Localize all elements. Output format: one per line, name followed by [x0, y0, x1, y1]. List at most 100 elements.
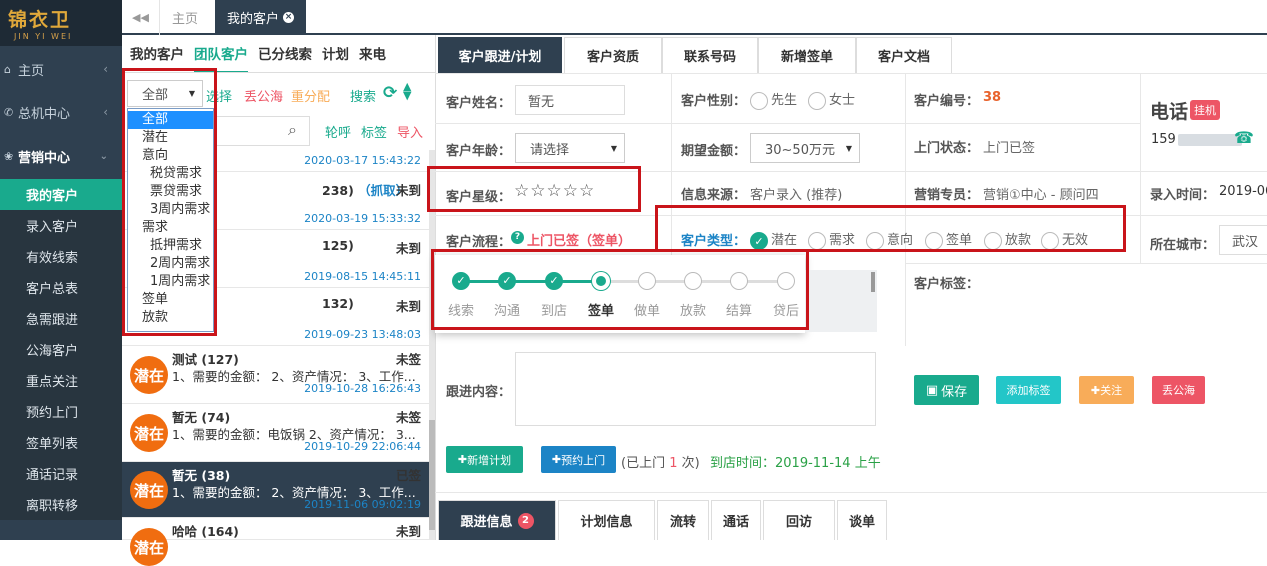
- tab-follow-info[interactable]: 跟进信息 2: [438, 500, 556, 540]
- dropdown-option[interactable]: 3周内需求: [128, 201, 213, 219]
- dropdown-option[interactable]: 需求: [128, 219, 213, 237]
- new-plan-button[interactable]: ✚ 新增计划: [446, 446, 523, 473]
- tab-incoming-calls[interactable]: 来电: [359, 35, 386, 73]
- throw-sea-link[interactable]: 丢公海: [244, 86, 283, 105]
- search-icon[interactable]: ⌕: [288, 120, 297, 140]
- round-call-link[interactable]: 轮呼: [325, 122, 351, 141]
- save-button[interactable]: ▣ 保存: [914, 375, 979, 405]
- sidebar-item-call-log[interactable]: 通话记录: [0, 458, 122, 489]
- tab-home[interactable]: 主页: [160, 0, 210, 35]
- age-select[interactable]: 请选择 ▼: [515, 133, 625, 163]
- star-rating[interactable]: ☆☆☆☆☆: [514, 181, 595, 201]
- type-radio-loan[interactable]: 放款: [984, 229, 1031, 250]
- tab-documents[interactable]: 客户文档: [856, 37, 952, 73]
- list-item[interactable]: 潜在 哈哈 (164) 未到: [122, 518, 429, 566]
- list-item[interactable]: 潜在 暂无 (74) 未签 1、需要的金额：电饭锅 2、资产情况： 3... 2…: [122, 404, 429, 462]
- refresh-icon[interactable]: ⟳: [383, 83, 397, 103]
- dropdown-option[interactable]: 放款: [128, 309, 213, 327]
- tab-my-customers[interactable]: 我的客户 ×: [215, 0, 307, 35]
- search-link[interactable]: 搜索: [350, 86, 376, 105]
- focus-button[interactable]: ✚ 关注: [1079, 376, 1134, 404]
- choose-link[interactable]: 选择: [206, 86, 232, 105]
- type-radio-intent[interactable]: 意向: [866, 229, 913, 250]
- reassign-link[interactable]: 重分配: [291, 86, 330, 105]
- sidebar-item-signed-list[interactable]: 签单列表: [0, 427, 122, 458]
- scroll-thumb[interactable]: [871, 272, 875, 292]
- nav-home[interactable]: ⌂ 主页 ‹: [0, 48, 122, 90]
- sidebar-item-resign-transfer[interactable]: 离职转移: [0, 489, 122, 520]
- type-radio-invalid[interactable]: 无效: [1041, 229, 1088, 250]
- hangup-badge[interactable]: 挂机: [1190, 100, 1220, 120]
- nav-switchboard[interactable]: ✆ 总机中心 ‹: [0, 91, 122, 133]
- radio-label: 女士: [829, 93, 856, 108]
- dropdown-option[interactable]: 税贷需求: [128, 165, 213, 183]
- tab-negotiation[interactable]: 谈单: [837, 500, 887, 540]
- sidebar-item-label: 签单列表: [26, 437, 79, 452]
- tab-follow-plan[interactable]: 客户跟进/计划: [438, 37, 562, 73]
- sidebar-item-booked-visit[interactable]: 预约上门: [0, 396, 122, 427]
- tab-transfer[interactable]: 流转: [657, 500, 709, 540]
- follow-content-textarea[interactable]: [515, 352, 876, 426]
- tag-link[interactable]: 标签: [361, 122, 387, 141]
- book-visit-button[interactable]: ✚ 预约上门: [541, 446, 616, 473]
- sort-icon[interactable]: ▲ ▼: [403, 81, 411, 101]
- list-item[interactable]: 潜在 测试 (127) 未签 1、需要的金额： 2、资产情况： 3、工作... …: [122, 346, 429, 404]
- sidebar-item-all-customers[interactable]: 客户总表: [0, 272, 122, 303]
- row-date: 2019-08-15 14:45:11: [304, 270, 421, 283]
- button-label: 关注: [1100, 384, 1123, 397]
- call-icon[interactable]: ☎: [1234, 128, 1254, 147]
- sidebar-item-public-sea[interactable]: 公海客户: [0, 334, 122, 365]
- name-field[interactable]: 暂无: [515, 85, 625, 115]
- dropdown-option[interactable]: 票贷需求: [128, 183, 213, 201]
- double-left-arrow-icon[interactable]: ◀◀: [122, 0, 160, 35]
- row-date: 2020-03-17 15:43:22: [304, 154, 421, 167]
- step-progress-line: [461, 280, 601, 283]
- dropdown-option[interactable]: 2周内需求: [128, 255, 213, 273]
- tab-assigned-leads[interactable]: 已分线索: [258, 35, 312, 73]
- customer-filter-select[interactable]: 全部 ▼: [127, 80, 203, 107]
- dropdown-option[interactable]: 全部: [128, 111, 213, 129]
- import-link[interactable]: 导入: [397, 122, 423, 141]
- dropdown-option[interactable]: 签单: [128, 291, 213, 309]
- plus-icon: ✚: [551, 453, 562, 466]
- radio-icon: [808, 91, 826, 110]
- sidebar-item-enter-customer[interactable]: 录入客户: [0, 210, 122, 241]
- tab-team-customers[interactable]: 团队客户: [194, 35, 248, 73]
- sidebar-item-key-focus[interactable]: 重点关注: [0, 365, 122, 396]
- sidebar-item-urgent[interactable]: 急需跟进: [0, 303, 122, 334]
- dropdown-option[interactable]: 抵押需求: [128, 237, 213, 255]
- gender-radio-female[interactable]: 女士: [808, 89, 855, 110]
- close-icon[interactable]: ×: [283, 12, 295, 23]
- dropdown-option[interactable]: 意向: [128, 147, 213, 165]
- help-icon[interactable]: ?: [511, 231, 524, 244]
- filter-dropdown-list: 全部 潜在 意向 税贷需求 票贷需求 3周内需求 需求 抵押需求 2周内需求 1…: [127, 108, 214, 332]
- city-field[interactable]: 武汉: [1219, 225, 1267, 255]
- amount-select[interactable]: 30~50万元 ▼: [750, 133, 860, 163]
- tab-contact-numbers[interactable]: 联系号码: [662, 37, 758, 73]
- tab-calls[interactable]: 通话: [711, 500, 761, 540]
- sidebar-item-valid-leads[interactable]: 有效线索: [0, 241, 122, 272]
- add-tag-button[interactable]: 添加标签: [996, 376, 1061, 404]
- tab-my-customers[interactable]: 我的客户: [130, 35, 184, 73]
- tab-qualification[interactable]: 客户资质: [564, 37, 662, 73]
- step-label: 贷后: [773, 304, 800, 319]
- radio-label: 无效: [1062, 233, 1089, 248]
- tab-new-sign[interactable]: 新增签单: [758, 37, 856, 73]
- avatar: 潜在: [130, 528, 168, 566]
- tab-plan[interactable]: 计划: [322, 35, 349, 73]
- dropdown-option[interactable]: 潜在: [128, 129, 213, 147]
- tab-plan-info[interactable]: 计划信息: [558, 500, 655, 540]
- type-radio-potential[interactable]: ✓ 潜在: [750, 229, 797, 250]
- sidebar-item-my-customers[interactable]: 我的客户: [0, 179, 122, 210]
- throw-sea-button[interactable]: 丢公海: [1152, 376, 1205, 404]
- type-radio-signed[interactable]: 签单: [925, 229, 972, 250]
- tab-revisit[interactable]: 回访: [763, 500, 835, 540]
- radio-icon: [750, 91, 768, 110]
- chevron-down-icon: ⌄: [99, 150, 108, 162]
- dropdown-option[interactable]: 1周内需求: [128, 273, 213, 291]
- nav-marketing[interactable]: ❀ 营销中心 ⌄: [0, 135, 122, 177]
- gender-radio-male[interactable]: 先生: [750, 89, 797, 110]
- type-radio-demand[interactable]: 需求: [808, 229, 855, 250]
- list-item-selected[interactable]: 潜在 暂无 (38) 已签 1、需要的金额： 2、资产情况： 3、工作... 2…: [122, 462, 429, 518]
- gender-label: 客户性别：: [681, 94, 747, 109]
